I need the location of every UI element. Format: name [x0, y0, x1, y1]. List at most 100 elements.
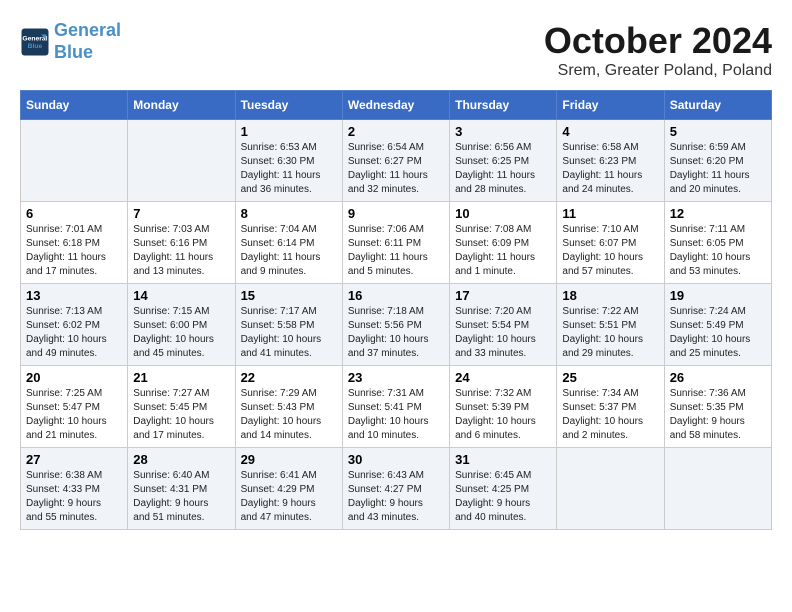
calendar-cell: 5Sunrise: 6:59 AM Sunset: 6:20 PM Daylig… [664, 120, 771, 202]
day-number: 20 [26, 370, 122, 385]
calendar-cell: 29 Sunrise: 6:41 AM Sunset: 4:29 PM Dayli… [235, 448, 342, 530]
day-number: 21 [133, 370, 229, 385]
calendar-cell: 21 Sunrise: 7:27 AM Sunset: 5:45 PM Dayli… [128, 366, 235, 448]
calendar-cell: 19Sunrise: 7:24 AM Sunset: 5:49 PM Dayli… [664, 284, 771, 366]
day-info: Sunrise: 6:43 AM Sunset: 4:27 PM Dayligh… [348, 469, 444, 525]
day-info: Sunrise: 7:29 AM Sunset: 5:43 PM Dayligh… [241, 387, 337, 443]
day-info: Sunrise: 7:17 AM Sunset: 5:58 PM Dayligh… [241, 305, 337, 361]
day-info: Sunrise: 6:58 AM Sunset: 6:23 PM Dayligh… [562, 141, 658, 197]
day-info: Sunrise: 6:54 AM Sunset: 6:27 PM Dayligh… [348, 141, 444, 197]
day-info: Sunrise: 6:53 AM Sunset: 6:30 PM Dayligh… [241, 141, 337, 197]
day-info: Sunrise: 7:20 AM Sunset: 5:54 PM Dayligh… [455, 305, 551, 361]
svg-text:Blue: Blue [28, 43, 43, 50]
calendar-cell [21, 120, 128, 202]
day-number: 12 [670, 206, 766, 221]
day-number: 9 [348, 206, 444, 221]
logo: General Blue General Blue [20, 20, 121, 63]
day-info: Sunrise: 7:06 AM Sunset: 6:11 PM Dayligh… [348, 223, 444, 279]
header-row: SundayMondayTuesdayWednesdayThursdayFrid… [21, 91, 772, 120]
day-info: Sunrise: 6:40 AM Sunset: 4:31 PM Dayligh… [133, 469, 229, 525]
day-info: Sunrise: 6:56 AM Sunset: 6:25 PM Dayligh… [455, 141, 551, 197]
day-info: Sunrise: 7:01 AM Sunset: 6:18 PM Dayligh… [26, 223, 122, 279]
day-header-saturday: Saturday [664, 91, 771, 120]
day-number: 4 [562, 124, 658, 139]
day-info: Sunrise: 7:24 AM Sunset: 5:49 PM Dayligh… [670, 305, 766, 361]
calendar-cell: 8 Sunrise: 7:04 AM Sunset: 6:14 PM Daylig… [235, 202, 342, 284]
day-number: 22 [241, 370, 337, 385]
day-number: 29 [241, 452, 337, 467]
day-header-wednesday: Wednesday [342, 91, 449, 120]
calendar-cell: 31Sunrise: 6:45 AM Sunset: 4:25 PM Dayli… [450, 448, 557, 530]
day-info: Sunrise: 7:15 AM Sunset: 6:00 PM Dayligh… [133, 305, 229, 361]
calendar-cell: 13Sunrise: 7:13 AM Sunset: 6:02 PM Dayli… [21, 284, 128, 366]
day-info: Sunrise: 6:41 AM Sunset: 4:29 PM Dayligh… [241, 469, 337, 525]
title-section: October 2024 Srem, Greater Poland, Polan… [544, 20, 772, 80]
calendar-cell [128, 120, 235, 202]
day-number: 16 [348, 288, 444, 303]
day-number: 31 [455, 452, 551, 467]
day-info: Sunrise: 7:18 AM Sunset: 5:56 PM Dayligh… [348, 305, 444, 361]
day-info: Sunrise: 7:11 AM Sunset: 6:05 PM Dayligh… [670, 223, 766, 279]
day-number: 11 [562, 206, 658, 221]
calendar-cell [664, 448, 771, 530]
calendar-cell: 1Sunrise: 6:53 AM Sunset: 6:30 PM Daylig… [235, 120, 342, 202]
day-number: 14 [133, 288, 229, 303]
day-number: 13 [26, 288, 122, 303]
calendar-cell: 24 Sunrise: 7:32 AM Sunset: 5:39 PM Dayli… [450, 366, 557, 448]
day-info: Sunrise: 7:31 AM Sunset: 5:41 PM Dayligh… [348, 387, 444, 443]
day-number: 24 [455, 370, 551, 385]
month-title: October 2024 [544, 20, 772, 62]
calendar-cell: 14 Sunrise: 7:15 AM Sunset: 6:00 PM Dayli… [128, 284, 235, 366]
day-header-monday: Monday [128, 91, 235, 120]
day-number: 23 [348, 370, 444, 385]
day-info: Sunrise: 7:08 AM Sunset: 6:09 PM Dayligh… [455, 223, 551, 279]
calendar-cell: 3 Sunrise: 6:56 AM Sunset: 6:25 PM Daylig… [450, 120, 557, 202]
day-info: Sunrise: 7:03 AM Sunset: 6:16 PM Dayligh… [133, 223, 229, 279]
calendar-cell [557, 448, 664, 530]
week-row-1: 1Sunrise: 6:53 AM Sunset: 6:30 PM Daylig… [21, 120, 772, 202]
calendar-cell: 18Sunrise: 7:22 AM Sunset: 5:51 PM Dayli… [557, 284, 664, 366]
logo-icon: General Blue [20, 27, 50, 57]
day-info: Sunrise: 7:04 AM Sunset: 6:14 PM Dayligh… [241, 223, 337, 279]
header: General Blue General Blue October 2024 S… [20, 20, 772, 80]
logo-text: General Blue [54, 20, 121, 63]
day-number: 26 [670, 370, 766, 385]
week-row-3: 13Sunrise: 7:13 AM Sunset: 6:02 PM Dayli… [21, 284, 772, 366]
calendar-cell: 25 Sunrise: 7:34 AM Sunset: 5:37 PM Dayli… [557, 366, 664, 448]
calendar-cell: 27 Sunrise: 6:38 AM Sunset: 4:33 PM Dayli… [21, 448, 128, 530]
day-number: 25 [562, 370, 658, 385]
day-info: Sunrise: 7:32 AM Sunset: 5:39 PM Dayligh… [455, 387, 551, 443]
day-number: 17 [455, 288, 551, 303]
calendar-cell: 6 Sunrise: 7:01 AM Sunset: 6:18 PM Daylig… [21, 202, 128, 284]
calendar-cell: 2 Sunrise: 6:54 AM Sunset: 6:27 PM Daylig… [342, 120, 449, 202]
week-row-4: 20 Sunrise: 7:25 AM Sunset: 5:47 PM Dayli… [21, 366, 772, 448]
calendar-cell: 28 Sunrise: 6:40 AM Sunset: 4:31 PM Dayli… [128, 448, 235, 530]
day-info: Sunrise: 7:34 AM Sunset: 5:37 PM Dayligh… [562, 387, 658, 443]
calendar-cell: 4 Sunrise: 6:58 AM Sunset: 6:23 PM Daylig… [557, 120, 664, 202]
day-info: Sunrise: 7:25 AM Sunset: 5:47 PM Dayligh… [26, 387, 122, 443]
day-number: 27 [26, 452, 122, 467]
week-row-2: 6 Sunrise: 7:01 AM Sunset: 6:18 PM Daylig… [21, 202, 772, 284]
week-row-5: 27 Sunrise: 6:38 AM Sunset: 4:33 PM Dayli… [21, 448, 772, 530]
day-header-tuesday: Tuesday [235, 91, 342, 120]
day-header-sunday: Sunday [21, 91, 128, 120]
calendar-cell: 7Sunrise: 7:03 AM Sunset: 6:16 PM Daylig… [128, 202, 235, 284]
calendar-cell: 30 Sunrise: 6:43 AM Sunset: 4:27 PM Dayli… [342, 448, 449, 530]
day-number: 30 [348, 452, 444, 467]
day-info: Sunrise: 6:59 AM Sunset: 6:20 PM Dayligh… [670, 141, 766, 197]
calendar-cell: 23 Sunrise: 7:31 AM Sunset: 5:41 PM Dayli… [342, 366, 449, 448]
calendar-cell: 20 Sunrise: 7:25 AM Sunset: 5:47 PM Dayli… [21, 366, 128, 448]
day-number: 2 [348, 124, 444, 139]
day-info: Sunrise: 7:10 AM Sunset: 6:07 PM Dayligh… [562, 223, 658, 279]
calendar-cell: 26Sunrise: 7:36 AM Sunset: 5:35 PM Dayli… [664, 366, 771, 448]
day-number: 10 [455, 206, 551, 221]
day-number: 3 [455, 124, 551, 139]
day-number: 28 [133, 452, 229, 467]
day-info: Sunrise: 6:38 AM Sunset: 4:33 PM Dayligh… [26, 469, 122, 525]
location-title: Srem, Greater Poland, Poland [544, 62, 772, 80]
day-number: 6 [26, 206, 122, 221]
day-number: 8 [241, 206, 337, 221]
calendar-cell: 11 Sunrise: 7:10 AM Sunset: 6:07 PM Dayli… [557, 202, 664, 284]
day-info: Sunrise: 7:27 AM Sunset: 5:45 PM Dayligh… [133, 387, 229, 443]
calendar-table: SundayMondayTuesdayWednesdayThursdayFrid… [20, 90, 772, 530]
